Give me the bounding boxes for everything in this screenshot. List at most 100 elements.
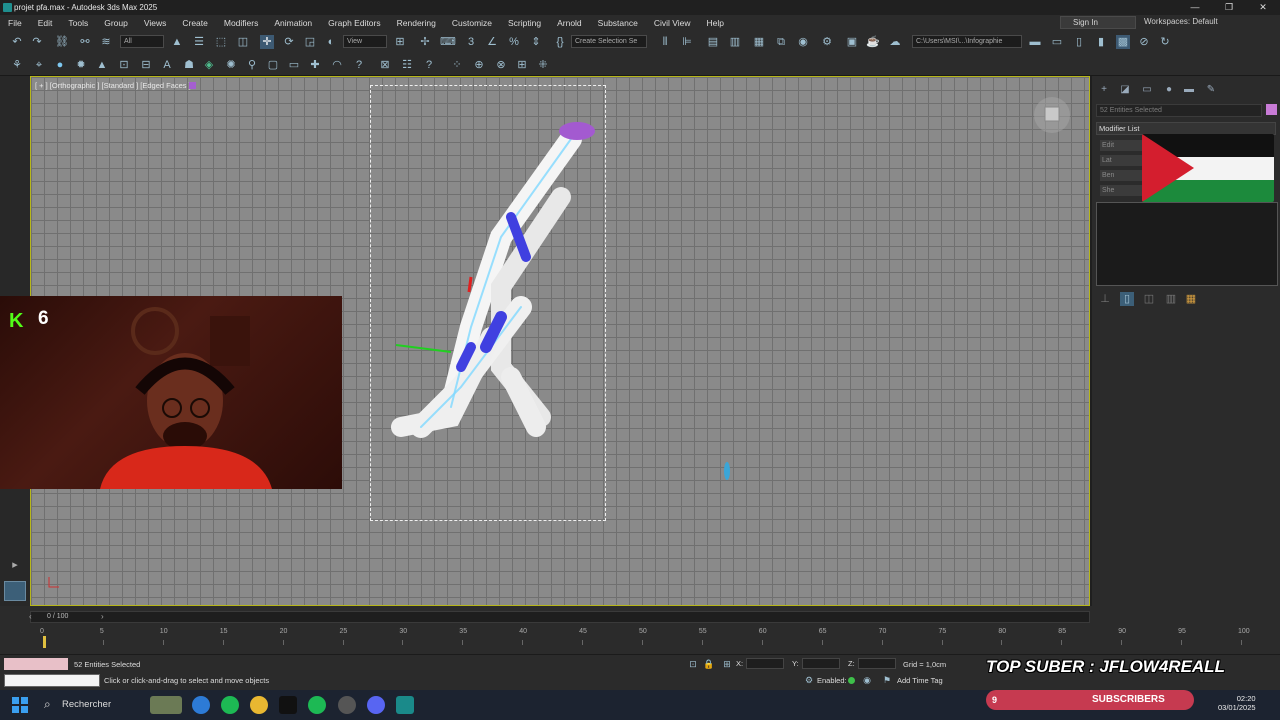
maxscript-input[interactable] bbox=[4, 674, 100, 687]
rectangular-selection-icon[interactable]: ⬚ bbox=[214, 35, 228, 49]
snap-target-icon[interactable]: ⊕ bbox=[472, 58, 486, 72]
compact-icon[interactable]: ⊘ bbox=[1137, 35, 1151, 49]
keyboard-shortcut-icon[interactable]: ⌨ bbox=[440, 35, 456, 49]
sync-icon[interactable]: ↻ bbox=[1158, 35, 1172, 49]
bind-space-warp-icon[interactable]: ≋ bbox=[99, 35, 113, 49]
helper-icon[interactable]: ✚ bbox=[308, 58, 322, 72]
eye-icon[interactable]: ◠ bbox=[330, 58, 344, 72]
render-cloud-icon[interactable]: ☁ bbox=[888, 35, 902, 49]
viewport-layout-icon[interactable] bbox=[4, 581, 26, 601]
search-icon[interactable]: ⌕ bbox=[44, 697, 51, 712]
sunlight-icon[interactable]: ✹ bbox=[74, 58, 88, 72]
snap-point-icon[interactable]: ⁘ bbox=[450, 58, 464, 72]
populate-icon[interactable]: ⚘ bbox=[10, 58, 24, 72]
ribbon-toggle-icon[interactable]: ▥ bbox=[728, 35, 742, 49]
tiktok-icon[interactable] bbox=[279, 696, 297, 714]
menu-customize[interactable]: Customize bbox=[444, 18, 500, 28]
y-coordinate-field[interactable] bbox=[802, 658, 840, 669]
move-icon[interactable]: ✛ bbox=[260, 35, 274, 49]
hierarchy-tab-icon[interactable]: ▭ bbox=[1140, 84, 1154, 96]
material-editor-icon[interactable]: ◉ bbox=[796, 35, 810, 49]
maximize-button[interactable]: ❐ bbox=[1212, 0, 1246, 15]
menu-graph-editors[interactable]: Graph Editors bbox=[320, 18, 388, 28]
menu-create[interactable]: Create bbox=[174, 18, 216, 28]
cone-icon[interactable]: ▲ bbox=[95, 58, 109, 72]
menu-arnold[interactable]: Arnold bbox=[549, 18, 590, 28]
menu-views[interactable]: Views bbox=[136, 18, 175, 28]
rendered-frame-icon[interactable]: ▣ bbox=[845, 35, 859, 49]
select-by-name-icon[interactable]: ☰ bbox=[192, 35, 206, 49]
3dsmax-taskbar-icon[interactable] bbox=[396, 696, 414, 714]
menu-file[interactable]: File bbox=[0, 18, 30, 28]
modify-tab-icon[interactable]: ◪ bbox=[1118, 84, 1132, 96]
utilities-tab-icon[interactable]: ✎ bbox=[1204, 84, 1218, 96]
save-project-icon[interactable]: ▭ bbox=[1050, 35, 1064, 49]
snaps-toggle-icon[interactable]: 3 bbox=[464, 35, 478, 49]
bone-icon[interactable]: ⚲ bbox=[245, 58, 259, 72]
minimize-button[interactable]: — bbox=[1178, 0, 1212, 15]
expand-arrow-icon[interactable]: ▸ bbox=[8, 558, 22, 572]
object-color-swatch[interactable] bbox=[1266, 104, 1277, 115]
angle-snap-icon[interactable]: ∠ bbox=[485, 35, 499, 49]
menu-scripting[interactable]: Scripting bbox=[500, 18, 549, 28]
mirror-icon[interactable]: ⫴ bbox=[658, 35, 672, 49]
modeling-icon[interactable]: ⌖ bbox=[32, 58, 46, 72]
light-icon[interactable]: ● bbox=[53, 58, 67, 72]
display-tab-icon[interactable]: ▬ bbox=[1182, 84, 1196, 96]
configure-modifier-sets-icon[interactable]: ▦ bbox=[1184, 292, 1198, 306]
menu-civil-view[interactable]: Civil View bbox=[646, 18, 699, 28]
selection-filter-dropdown[interactable]: All bbox=[120, 35, 164, 48]
menu-substance[interactable]: Substance bbox=[590, 18, 646, 28]
workspace-selector[interactable]: Workspaces: Default bbox=[1144, 17, 1218, 26]
scale-icon[interactable]: ◲ bbox=[303, 35, 317, 49]
menu-group[interactable]: Group bbox=[96, 18, 136, 28]
render-setup-icon[interactable]: ⚙ bbox=[820, 35, 834, 49]
isolate-icon[interactable]: ⊡ bbox=[686, 657, 700, 671]
absolute-mode-icon[interactable]: ⊞ bbox=[720, 657, 734, 671]
snap-plane-icon[interactable]: ⊞ bbox=[515, 58, 529, 72]
project-settings-icon[interactable]: ▮ bbox=[1094, 35, 1108, 49]
schematic-view-icon[interactable]: ⧉ bbox=[774, 35, 788, 49]
place-icon[interactable]: ◐ bbox=[324, 35, 338, 49]
menu-modifiers[interactable]: Modifiers bbox=[216, 18, 266, 28]
menu-edit[interactable]: Edit bbox=[30, 18, 61, 28]
box-icon[interactable]: ▢ bbox=[266, 58, 280, 72]
open-project-icon[interactable]: ▯ bbox=[1072, 35, 1086, 49]
named-selection-set-dropdown[interactable]: Create Selection Se bbox=[571, 35, 647, 48]
edit-named-selection-icon[interactable]: {} bbox=[553, 35, 567, 49]
menu-animation[interactable]: Animation bbox=[266, 18, 320, 28]
camera-icon[interactable]: ⊡ bbox=[117, 58, 131, 72]
reference-coordinate-dropdown[interactable]: View bbox=[343, 35, 387, 48]
spinner-snap-icon[interactable]: ⇕ bbox=[529, 35, 543, 49]
question-icon[interactable]: ? bbox=[422, 58, 436, 72]
select-manipulate-icon[interactable]: ✢ bbox=[418, 35, 432, 49]
list-icon[interactable]: ☷ bbox=[400, 58, 414, 72]
select-object-icon[interactable]: ▲ bbox=[170, 35, 184, 49]
spotify-2-icon[interactable] bbox=[308, 696, 326, 714]
taskbar-search[interactable]: Rechercher bbox=[62, 699, 111, 710]
menu-tools[interactable]: Tools bbox=[60, 18, 96, 28]
enabled-toggle-icon[interactable]: ◉ bbox=[860, 673, 874, 687]
x-coordinate-field[interactable] bbox=[746, 658, 784, 669]
menu-help[interactable]: Help bbox=[699, 18, 732, 28]
enabled-indicator[interactable] bbox=[848, 677, 855, 684]
widget-icon[interactable] bbox=[150, 696, 182, 714]
windows-start-icon[interactable] bbox=[12, 697, 28, 713]
spotify-icon[interactable] bbox=[221, 696, 239, 714]
link-icon[interactable]: ⛓ bbox=[55, 35, 69, 49]
render-production-icon[interactable]: ☕ bbox=[866, 35, 880, 49]
motion-tab-icon[interactable]: ● bbox=[1162, 84, 1176, 96]
create-tab-icon[interactable]: + bbox=[1097, 84, 1111, 96]
project-path-field[interactable]: C:\Users\MSI\...\Infographie bbox=[912, 35, 1022, 48]
prev-frame-icon[interactable]: ‹ bbox=[29, 612, 32, 621]
percent-snap-icon[interactable]: % bbox=[507, 35, 521, 49]
geometry-icon[interactable]: ◈ bbox=[202, 58, 216, 72]
edge-icon[interactable] bbox=[192, 696, 210, 714]
snap-pivot-icon[interactable]: ⊗ bbox=[494, 58, 508, 72]
time-cursor[interactable] bbox=[43, 636, 46, 648]
sign-in-button[interactable]: Sign In bbox=[1060, 16, 1136, 29]
text-shape-icon[interactable]: A bbox=[160, 58, 174, 72]
arrange-icon[interactable]: ⊠ bbox=[378, 58, 392, 72]
next-frame-icon[interactable]: › bbox=[101, 612, 104, 621]
system-clock[interactable]: 02:20 03/01/2025 bbox=[1218, 694, 1256, 712]
